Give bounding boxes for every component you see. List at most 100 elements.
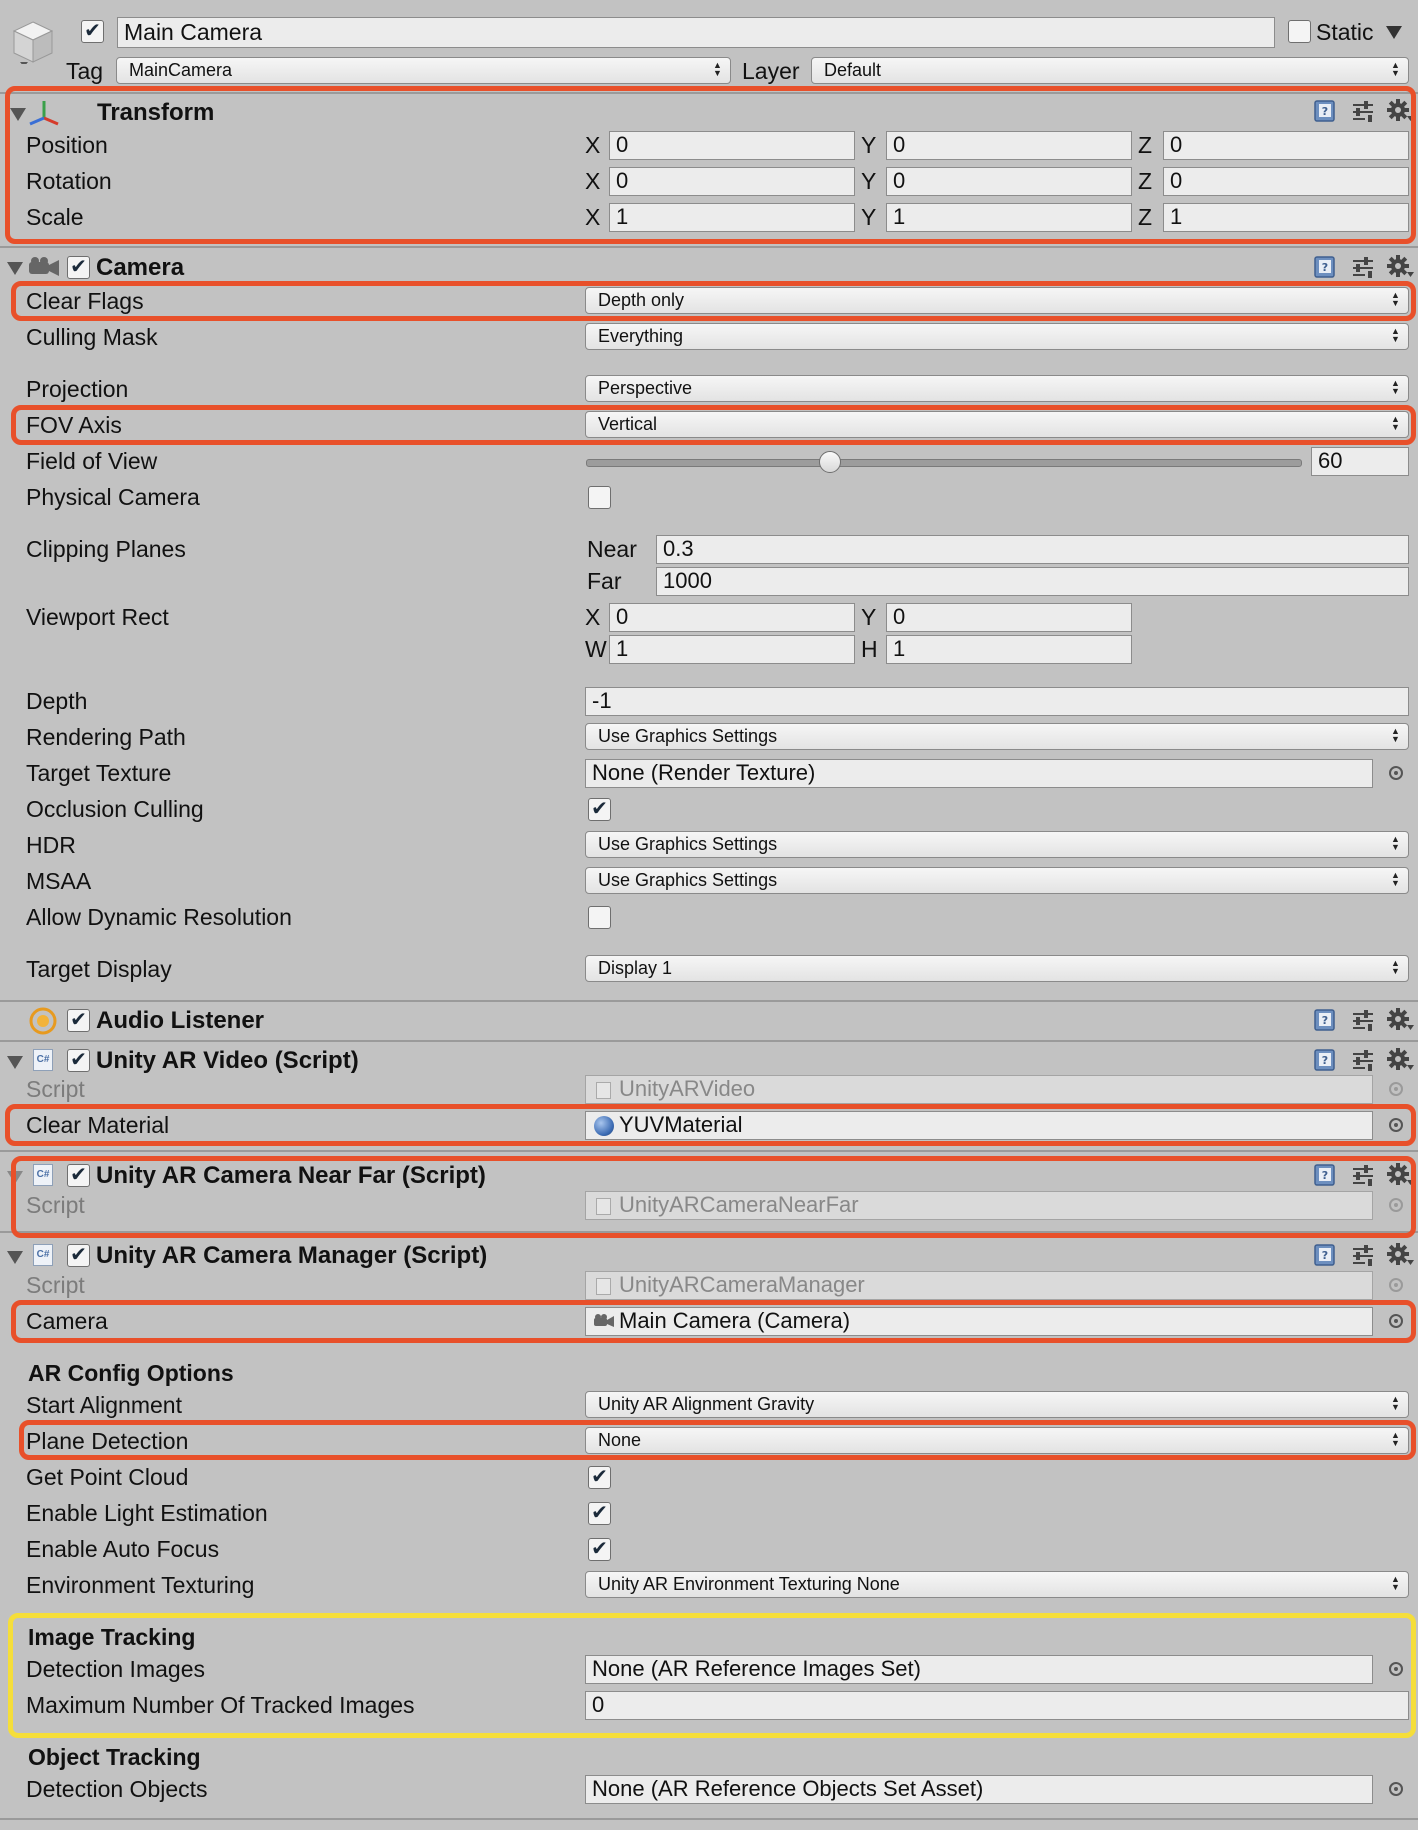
env-texturing-dropdown[interactable]: Unity AR Environment Texturing None ▲ ▼ xyxy=(585,1571,1409,1598)
occlusion-culling-checkbox[interactable]: ✔ xyxy=(588,798,611,821)
presets-icon[interactable] xyxy=(1351,99,1373,122)
audio-listener-enabled-checkbox[interactable]: ✔ xyxy=(67,1009,90,1032)
object-picker-icon xyxy=(1389,1278,1403,1292)
object-picker-icon[interactable] xyxy=(1389,1782,1403,1796)
detection-images-field[interactable]: None (AR Reference Images Set) xyxy=(585,1655,1373,1684)
position-x-input[interactable]: 0 xyxy=(609,131,855,160)
projection-dropdown[interactable]: Perspective ▲ ▼ xyxy=(585,375,1409,402)
ar-manager-script-label: Script xyxy=(26,1272,85,1298)
ar-video-enabled-checkbox[interactable]: ✔ xyxy=(67,1049,90,1072)
viewport-y-input[interactable]: 0 xyxy=(886,603,1132,632)
start-alignment-dropdown[interactable]: Unity AR Alignment Gravity ▲ ▼ xyxy=(585,1391,1409,1418)
dropdown-arrows-icon: ▲ ▼ xyxy=(1391,1394,1400,1412)
layer-value: Default xyxy=(824,60,882,80)
presets-icon[interactable] xyxy=(1351,1008,1373,1031)
msaa-value: Use Graphics Settings xyxy=(598,870,778,890)
rotation-x-input[interactable]: 0 xyxy=(609,167,855,196)
allow-dynamic-resolution-checkbox[interactable] xyxy=(588,906,611,929)
viewport-x-input[interactable]: 0 xyxy=(609,603,855,632)
layer-dropdown[interactable]: Default ▲ ▼ xyxy=(811,57,1409,84)
active-checkbox[interactable]: ✔ xyxy=(81,20,104,43)
detection-objects-field[interactable]: None (AR Reference Objects Set Asset) xyxy=(585,1775,1373,1804)
tag-dropdown[interactable]: MainCamera ▲ ▼ xyxy=(116,57,731,84)
position-y-input[interactable]: 0 xyxy=(886,131,1132,160)
object-picker-icon[interactable] xyxy=(1389,1662,1403,1676)
presets-icon[interactable] xyxy=(1351,1048,1373,1071)
foldout-arrow-icon[interactable] xyxy=(7,1251,23,1264)
near-plane-input[interactable]: 0.3 xyxy=(656,535,1409,564)
csharp-script-icon: C# xyxy=(33,1244,53,1266)
ar-manager-camera-label: Camera xyxy=(26,1308,108,1334)
help-book-icon[interactable]: ? xyxy=(1313,1243,1335,1266)
object-picker-icon[interactable] xyxy=(1389,1314,1403,1328)
scale-y-input[interactable]: 1 xyxy=(886,203,1132,232)
foldout-arrow-icon[interactable] xyxy=(7,1171,23,1184)
camera-icon xyxy=(594,1314,614,1327)
gear-icon[interactable] xyxy=(1387,255,1414,277)
gear-icon[interactable] xyxy=(1387,1048,1414,1070)
help-book-icon[interactable]: ? xyxy=(1313,1163,1335,1186)
target-display-dropdown[interactable]: Display 1 ▲ ▼ xyxy=(585,955,1409,982)
camera-enabled-checkbox[interactable]: ✔ xyxy=(67,256,90,279)
ar-video-script-field: UnityARVideo xyxy=(585,1075,1373,1104)
msaa-dropdown[interactable]: Use Graphics Settings ▲ ▼ xyxy=(585,867,1409,894)
gear-icon[interactable] xyxy=(1387,99,1414,121)
ar-manager-camera-field[interactable]: Main Camera (Camera) xyxy=(585,1307,1373,1336)
light-estimation-checkbox[interactable]: ✔ xyxy=(588,1502,611,1525)
object-name-input[interactable]: Main Camera xyxy=(117,17,1275,48)
scale-z-input[interactable]: 1 xyxy=(1163,203,1409,232)
rotation-y-input[interactable]: 0 xyxy=(886,167,1132,196)
rotation-z-input[interactable]: 0 xyxy=(1163,167,1409,196)
fov-slider-thumb[interactable] xyxy=(818,451,841,473)
tag-label: Tag xyxy=(66,58,104,84)
static-checkbox[interactable] xyxy=(1288,20,1311,43)
plane-detection-dropdown[interactable]: None ▲ ▼ xyxy=(585,1427,1409,1454)
help-book-icon[interactable]: ? xyxy=(1313,99,1335,122)
gear-icon[interactable] xyxy=(1387,1163,1414,1185)
help-book-icon[interactable]: ? xyxy=(1313,255,1335,278)
target-texture-field[interactable]: None (Render Texture) xyxy=(585,759,1373,788)
foldout-arrow-icon[interactable] xyxy=(10,108,26,121)
clear-material-field[interactable]: YUVMaterial xyxy=(585,1111,1373,1140)
static-dropdown-arrow-icon[interactable] xyxy=(1386,26,1402,39)
near-label: Near xyxy=(587,536,637,562)
max-tracked-images-input[interactable]: 0 xyxy=(585,1691,1409,1720)
object-picker-icon[interactable] xyxy=(1389,766,1403,780)
foldout-arrow-icon[interactable] xyxy=(7,262,23,275)
ar-near-far-enabled-checkbox[interactable]: ✔ xyxy=(67,1164,90,1187)
tag-value: MainCamera xyxy=(129,60,233,80)
axis-y-label: Y xyxy=(861,204,877,230)
layer-label: Layer xyxy=(742,58,800,84)
help-book-icon[interactable]: ? xyxy=(1313,1008,1335,1031)
auto-focus-checkbox[interactable]: ✔ xyxy=(588,1538,611,1561)
get-point-cloud-checkbox[interactable]: ✔ xyxy=(588,1466,611,1489)
object-picker-icon[interactable] xyxy=(1389,1118,1403,1132)
position-z-input[interactable]: 0 xyxy=(1163,131,1409,160)
ar-manager-enabled-checkbox[interactable]: ✔ xyxy=(67,1244,90,1267)
separator xyxy=(0,1150,1418,1152)
scale-x-input[interactable]: 1 xyxy=(609,203,855,232)
rendering-path-dropdown[interactable]: Use Graphics Settings ▲ ▼ xyxy=(585,723,1409,750)
fov-axis-dropdown[interactable]: Vertical ▲ ▼ xyxy=(585,411,1409,438)
dropdown-arrows-icon: ▲ ▼ xyxy=(1391,290,1400,308)
physical-camera-checkbox[interactable] xyxy=(588,486,611,509)
presets-icon[interactable] xyxy=(1351,1243,1373,1266)
culling-mask-dropdown[interactable]: Everything ▲ ▼ xyxy=(585,323,1409,350)
presets-icon[interactable] xyxy=(1351,255,1373,278)
hdr-label: HDR xyxy=(26,832,76,858)
clear-flags-dropdown[interactable]: Depth only ▲ ▼ xyxy=(585,287,1409,314)
foldout-arrow-icon[interactable] xyxy=(7,1056,23,1069)
viewport-y-label: Y xyxy=(861,604,877,630)
viewport-h-input[interactable]: 1 xyxy=(886,635,1132,664)
fov-value-input[interactable]: 60 xyxy=(1311,447,1409,476)
help-book-icon[interactable]: ? xyxy=(1313,1048,1335,1071)
object-picker-icon xyxy=(1389,1082,1403,1096)
viewport-w-input[interactable]: 1 xyxy=(609,635,855,664)
gear-icon[interactable] xyxy=(1387,1243,1414,1265)
hdr-dropdown[interactable]: Use Graphics Settings ▲ ▼ xyxy=(585,831,1409,858)
gear-icon[interactable] xyxy=(1387,1008,1414,1030)
far-plane-input[interactable]: 1000 xyxy=(656,567,1409,596)
depth-input[interactable]: -1 xyxy=(585,687,1409,716)
presets-icon[interactable] xyxy=(1351,1163,1373,1186)
fov-slider-track[interactable] xyxy=(586,459,1302,467)
